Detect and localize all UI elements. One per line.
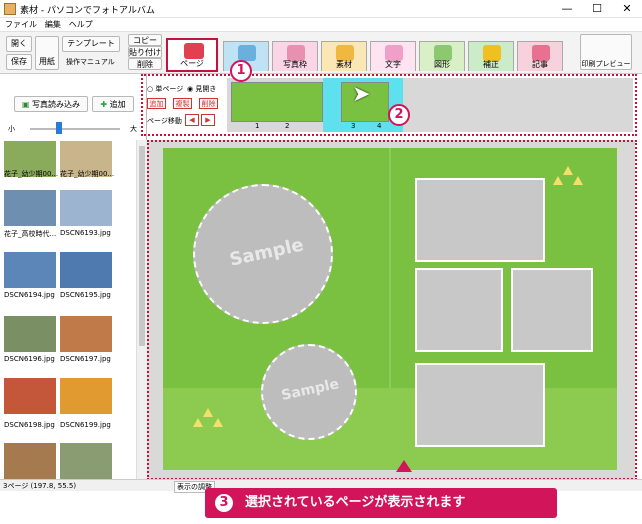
- tab-shape-label: 図形: [434, 60, 450, 69]
- close-button[interactable]: ✕: [612, 0, 642, 18]
- caption-banner: 3 選択されているページが表示されます: [205, 488, 557, 518]
- tab-shape[interactable]: 図形: [419, 41, 465, 71]
- paste-button[interactable]: 貼り付け: [128, 46, 162, 58]
- menu-file[interactable]: ファイル: [5, 20, 37, 29]
- size-slider-track[interactable]: [30, 128, 120, 130]
- status-position: 3ページ (197.8, 55.5): [3, 482, 77, 490]
- menu-edit[interactable]: 編集: [45, 20, 61, 29]
- photo-thumbnail[interactable]: [4, 316, 56, 352]
- maximize-button[interactable]: ☐: [582, 0, 612, 18]
- single-page-radio[interactable]: ○ 単ページ: [147, 84, 183, 94]
- canvas-highlight-frame: [147, 140, 637, 480]
- photo-thumbnail[interactable]: [4, 252, 56, 288]
- tab-material[interactable]: 素材: [321, 41, 367, 71]
- tab-article-label: 記事: [532, 60, 548, 69]
- add-label: 追加: [109, 100, 126, 109]
- page-number: 3: [351, 122, 356, 130]
- photo-thumbnail[interactable]: [4, 190, 56, 226]
- callout-badge-2: 2: [388, 104, 410, 126]
- page-strip: 1 2 3 4: [227, 78, 633, 132]
- tab-text[interactable]: 文字: [370, 41, 416, 71]
- tab-correct[interactable]: 補正: [468, 41, 514, 71]
- delete-page-button[interactable]: 削除: [199, 98, 218, 109]
- banner-pointer: [396, 460, 412, 472]
- manual-link[interactable]: 操作マニュアル: [66, 57, 115, 67]
- menu-help[interactable]: ヘルプ: [69, 20, 93, 29]
- move-page-left-button[interactable]: ◀: [185, 114, 199, 126]
- page-panel: ○ 単ページ ◉ 見開き 追加 複製 削除 ページ移動 ◀ ▶ 1 2 3 4: [141, 74, 637, 136]
- photo-thumbnail[interactable]: [4, 443, 56, 479]
- print-preview-label: 印刷プレビュー: [581, 60, 631, 68]
- add-page-button[interactable]: 追加: [147, 98, 166, 109]
- tab-material-label: 素材: [336, 60, 352, 69]
- print-preview-button[interactable]: 印刷プレビュー: [580, 34, 632, 70]
- tab-photo-frame[interactable]: 写真枠: [272, 41, 318, 71]
- thumbnail-scrollbar[interactable]: [136, 140, 147, 479]
- page-move-label: ページ移動: [147, 117, 182, 125]
- callout-badge-3: 3: [213, 492, 235, 514]
- thumbnail-caption: 花子_高校時代...: [4, 230, 57, 238]
- photo-thumbnail[interactable]: [4, 378, 56, 414]
- thumbnail-caption: 花子_幼少期00...: [60, 170, 115, 178]
- page-spread-thumbnail[interactable]: [231, 82, 323, 122]
- duplicate-page-button[interactable]: 複製: [173, 98, 192, 109]
- paper-button[interactable]: 用紙: [35, 36, 59, 70]
- thumbnail-caption: DSCN6196.jpg: [4, 355, 55, 363]
- open-button[interactable]: 開く: [6, 36, 32, 52]
- tab-page-label: ページ: [180, 59, 204, 68]
- caption-text: 選択されているページが表示されます: [245, 495, 466, 510]
- delete-button[interactable]: 削除: [128, 58, 162, 70]
- spread-radio[interactable]: ◉ 見開き: [187, 84, 216, 94]
- photo-thumbnail[interactable]: [60, 316, 112, 352]
- load-photos-label: 写真読み込み: [32, 100, 81, 109]
- title-bar: 素材 - パソコンでフォトアルバム — ☐ ✕: [0, 0, 642, 18]
- plus-icon: ✚: [100, 100, 108, 109]
- cursor-icon: ➤: [352, 82, 371, 107]
- photo-thumbnail[interactable]: [60, 252, 112, 288]
- copy-button[interactable]: コピー: [128, 34, 162, 46]
- page-number: 1: [255, 122, 260, 130]
- background-icon: [238, 45, 256, 61]
- move-page-right-button[interactable]: ▶: [201, 114, 215, 126]
- size-small-label: 小: [8, 125, 15, 133]
- paper-button-label: 用紙: [39, 57, 55, 66]
- window-title: 素材 - パソコンでフォトアルバム: [20, 6, 155, 16]
- scrollbar-thumb[interactable]: [139, 146, 145, 346]
- size-slider-thumb[interactable]: [56, 122, 62, 134]
- book-icon: [184, 43, 204, 59]
- load-photos-button[interactable]: ▣ 写真読み込み: [14, 96, 88, 112]
- add-photo-button[interactable]: ✚ 追加: [92, 96, 134, 112]
- save-button[interactable]: 保存: [6, 54, 32, 70]
- photo-thumbnail[interactable]: [60, 443, 112, 479]
- photo-thumbnail[interactable]: [60, 190, 112, 226]
- photo-thumbnail-list: 花子_幼少期00... 花子_幼少期00... 花子_高校時代... DSCN6…: [0, 140, 136, 479]
- callout-badge-1: 1: [230, 60, 252, 82]
- thumbnail-caption: DSCN6197.jpg: [60, 355, 111, 363]
- app-icon: [4, 3, 16, 15]
- tab-article[interactable]: 記事: [517, 41, 563, 71]
- thumbnail-caption: DSCN6194.jpg: [4, 291, 55, 299]
- template-button[interactable]: テンプレート: [62, 36, 120, 52]
- tab-text-label: 文字: [385, 60, 401, 69]
- minimize-button[interactable]: —: [552, 0, 582, 18]
- tab-correct-label: 補正: [483, 60, 499, 69]
- size-large-label: 大: [130, 125, 137, 133]
- thumbnail-caption: DSCN6195.jpg: [60, 291, 111, 299]
- thumbnail-caption: DSCN6193.jpg: [60, 229, 111, 237]
- menu-bar: ファイル 編集 ヘルプ: [0, 18, 642, 32]
- thumbnail-caption: DSCN6198.jpg: [4, 421, 55, 429]
- thumbnail-caption: 花子_幼少期00...: [4, 170, 59, 178]
- photo-thumbnail[interactable]: [60, 378, 112, 414]
- page-number: 2: [285, 122, 290, 130]
- tab-photo-frame-label: 写真枠: [283, 60, 307, 69]
- image-icon: ▣: [21, 100, 30, 109]
- single-page-label: 単ページ: [155, 85, 184, 93]
- page-number: 4: [377, 122, 382, 130]
- thumbnail-caption: DSCN6199.jpg: [60, 421, 111, 429]
- tab-page[interactable]: ページ: [166, 38, 218, 72]
- spread-label: 見開き: [195, 85, 217, 93]
